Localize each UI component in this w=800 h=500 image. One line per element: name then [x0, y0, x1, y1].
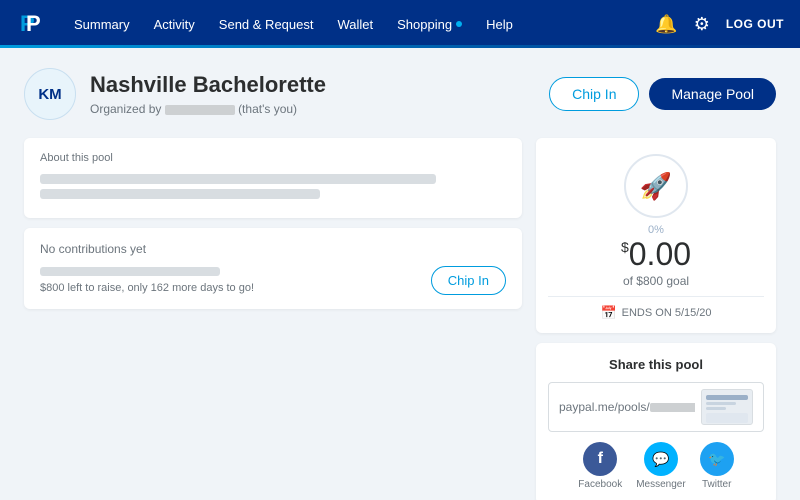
main-content: KM Nashville Bachelorette Organized by (…: [0, 48, 800, 500]
share-card: Share this pool paypal.me/pools/: [536, 343, 776, 500]
right-column: 🚀 0% $ 0.00 of $800 goal 📅 ENDS ON 5/15/…: [536, 138, 776, 500]
share-url-blurred: [650, 403, 695, 412]
gear-icon: ⚙: [694, 14, 710, 35]
twitter-icon: 🐦: [700, 442, 734, 476]
twitter-share-button[interactable]: 🐦 Twitter: [700, 442, 734, 490]
goal-card: 🚀 0% $ 0.00 of $800 goal 📅 ENDS ON 5/15/…: [536, 138, 776, 333]
share-link-text: paypal.me/pools/: [559, 400, 695, 414]
about-line-2: [40, 189, 320, 199]
contributions-card: No contributions yet $800 left to raise,…: [24, 228, 522, 309]
about-label: About this pool: [40, 152, 506, 164]
share-title: Share this pool: [548, 357, 764, 372]
bell-icon: 🔔: [655, 14, 677, 35]
facebook-share-button[interactable]: f Facebook: [578, 442, 622, 490]
goal-divider: [548, 296, 764, 297]
content-columns: About this pool No contributions yet $80…: [24, 138, 776, 500]
pool-header: KM Nashville Bachelorette Organized by (…: [24, 68, 776, 120]
contribution-remaining-text: $800 left to raise, only 162 more days t…: [40, 282, 431, 294]
messenger-share-button[interactable]: 💬 Messenger: [636, 442, 685, 490]
pool-title-block: Nashville Bachelorette Organized by (tha…: [90, 72, 549, 115]
share-preview-thumbnail: [701, 389, 753, 425]
navbar: P P Summary Activity Send & Request Wall…: [0, 0, 800, 48]
nav-summary[interactable]: Summary: [64, 11, 140, 38]
goal-dollar-sign: $: [621, 240, 629, 254]
logout-button[interactable]: LOG OUT: [726, 17, 784, 31]
organizer-name-blurred: [165, 105, 235, 115]
goal-amount: 0.00: [629, 238, 691, 270]
ends-row: 📅 ENDS ON 5/15/20: [600, 305, 711, 321]
share-link-box[interactable]: paypal.me/pools/: [548, 382, 764, 432]
nav-links: Summary Activity Send & Request Wallet S…: [64, 11, 655, 38]
manage-pool-button[interactable]: Manage Pool: [649, 78, 776, 110]
pool-subtitle: Organized by (that's you): [90, 102, 549, 116]
goal-of-text: of $800 goal: [623, 274, 689, 288]
rocket-icon-circle: 🚀: [624, 154, 688, 218]
nav-help[interactable]: Help: [476, 11, 523, 38]
left-column: About this pool No contributions yet $80…: [24, 138, 522, 500]
contribution-blurred-bar: [40, 267, 220, 276]
goal-percent: 0%: [648, 224, 664, 236]
social-icons: f Facebook 💬 Messenger 🐦: [548, 442, 764, 490]
pool-actions: Chip In Manage Pool: [549, 77, 776, 111]
twitter-label: Twitter: [702, 479, 731, 490]
facebook-icon: f: [583, 442, 617, 476]
avatar: KM: [24, 68, 76, 120]
nav-shopping[interactable]: Shopping: [387, 11, 472, 38]
svg-text:P: P: [26, 11, 41, 36]
contribution-row: $800 left to raise, only 162 more days t…: [40, 266, 506, 295]
nav-activity[interactable]: Activity: [144, 11, 205, 38]
nav-send-request[interactable]: Send & Request: [209, 11, 324, 38]
notifications-button[interactable]: 🔔: [655, 14, 677, 35]
nav-wallet[interactable]: Wallet: [327, 11, 383, 38]
ends-label: ENDS ON 5/15/20: [622, 307, 712, 319]
goal-amount-row: $ 0.00: [621, 238, 691, 270]
messenger-icon: 💬: [644, 442, 678, 476]
settings-button[interactable]: ⚙: [694, 14, 710, 35]
chip-in-button-header[interactable]: Chip In: [549, 77, 639, 111]
pool-title: Nashville Bachelorette: [90, 72, 549, 98]
rocket-icon: 🚀: [640, 171, 672, 202]
paypal-logo: P P: [16, 10, 44, 38]
facebook-label: Facebook: [578, 479, 622, 490]
contribution-left: $800 left to raise, only 162 more days t…: [40, 267, 431, 294]
nav-right: 🔔 ⚙ LOG OUT: [655, 14, 784, 35]
about-line-1: [40, 174, 436, 184]
chip-in-button-card[interactable]: Chip In: [431, 266, 506, 295]
messenger-label: Messenger: [636, 479, 685, 490]
no-contributions-label: No contributions yet: [40, 242, 506, 256]
about-card: About this pool: [24, 138, 522, 218]
calendar-icon: 📅: [600, 305, 616, 321]
